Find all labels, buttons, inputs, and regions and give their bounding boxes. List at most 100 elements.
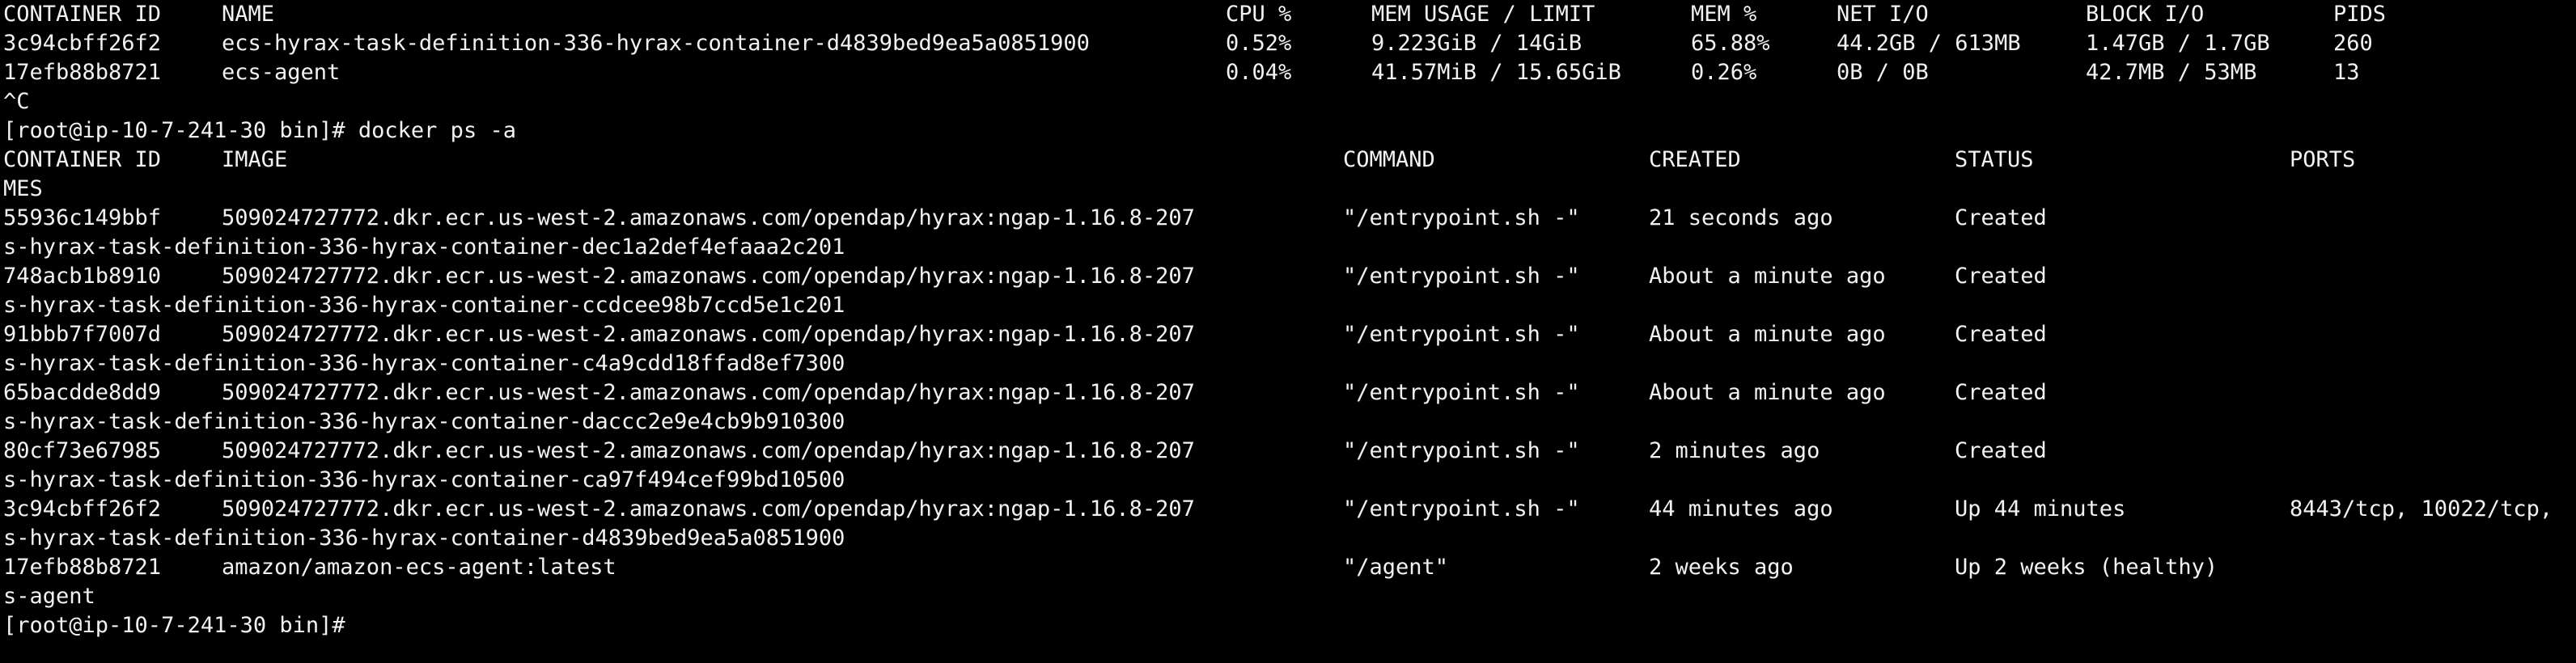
ps-container-id: 91bbb7f7007d [3,322,162,347]
ps-created: 21 seconds ago [1649,205,1833,230]
ps-status: Created [1955,264,2047,289]
ps-name-wrap: s-hyrax-task-definition-336-hyrax-contai… [3,467,845,492]
ps-row: 80cf73e67985 509024727772.dkr.ecr.us-wes… [0,437,2576,466]
ps-row: 17efb88b8721 amazon/amazon-ecs-agent:lat… [0,553,2576,582]
stats-name: ecs-agent [222,60,341,85]
ps-created: 44 minutes ago [1649,496,1833,522]
ps-name-wrap: s-agent [3,584,95,609]
ps-container-id: 17efb88b8721 [3,555,162,580]
stats-header-net-io: NET I/O [1837,2,1929,27]
ps-status: Created [1955,205,2047,230]
stats-cpu: 0.52% [1226,31,1292,56]
ps-image: 509024727772.dkr.ecr.us-west-2.amazonaws… [222,322,1195,347]
interrupt-line: ^C [0,87,2576,116]
ps-name-wrap: s-hyrax-task-definition-336-hyrax-contai… [3,234,845,260]
ps-name-wrap: s-hyrax-task-definition-336-hyrax-contai… [3,409,845,434]
stats-mem-usage: 41.57MiB / 15.65GiB [1371,60,1621,85]
final-prompt-text: [root@ip-10-7-241-30 bin]# [3,613,345,638]
ps-status: Created [1955,438,2047,463]
ps-container-id: 748acb1b8910 [3,264,162,289]
ps-header-ports: PORTS [2290,147,2356,172]
ps-created: 2 weeks ago [1649,555,1794,580]
stats-net-io: 44.2GB / 613MB [1837,31,2021,56]
ps-header-image: IMAGE [222,147,288,172]
ps-row-wrap: s-hyrax-task-definition-336-hyrax-contai… [0,291,2576,320]
stats-container-id: 3c94cbff26f2 [3,31,162,56]
stats-container-id: 17efb88b8721 [3,60,162,85]
stats-mem-pct: 0.26% [1691,60,1757,85]
ps-header-status: STATUS [1955,147,2034,172]
final-prompt-line[interactable]: [root@ip-10-7-241-30 bin]# [0,611,2576,640]
ps-created: About a minute ago [1649,264,1886,289]
ps-status: Created [1955,322,2047,347]
ps-header-command: COMMAND [1343,147,1435,172]
ps-name-wrap: s-hyrax-task-definition-336-hyrax-contai… [3,526,845,551]
stats-mem-pct: 65.88% [1691,31,1770,56]
ps-image: 509024727772.dkr.ecr.us-west-2.amazonaws… [222,380,1195,405]
ps-image: 509024727772.dkr.ecr.us-west-2.amazonaws… [222,496,1195,522]
ps-created: About a minute ago [1649,322,1886,347]
stats-name: ecs-hyrax-task-definition-336-hyrax-cont… [222,31,1090,56]
ps-row-wrap: s-agent [0,582,2576,611]
stats-row: 17efb88b8721 ecs-agent 0.04% 41.57MiB / … [0,58,2576,87]
ps-row-wrap: s-hyrax-task-definition-336-hyrax-contai… [0,233,2576,262]
stats-header-mem-pct: MEM % [1691,2,1757,27]
ps-command: "/entrypoint.sh -" [1343,205,1580,230]
interrupt-text: ^C [3,89,30,114]
stats-header-row: CONTAINER ID NAME CPU % MEM USAGE / LIMI… [0,0,2576,29]
ps-image: 509024727772.dkr.ecr.us-west-2.amazonaws… [222,438,1195,463]
ps-header-wrap: MES [0,175,2576,204]
ps-header-container-id: CONTAINER ID [3,147,162,172]
ps-row-wrap: s-hyrax-task-definition-336-hyrax-contai… [0,349,2576,378]
ps-row-wrap: s-hyrax-task-definition-336-hyrax-contai… [0,466,2576,495]
ps-name-wrap: s-hyrax-task-definition-336-hyrax-contai… [3,351,845,376]
stats-header-cpu: CPU % [1226,2,1292,27]
ps-name-wrap: s-hyrax-task-definition-336-hyrax-contai… [3,293,845,318]
ps-created: About a minute ago [1649,380,1886,405]
stats-block-io: 1.47GB / 1.7GB [2086,31,2270,56]
ps-image: 509024727772.dkr.ecr.us-west-2.amazonaws… [222,205,1195,230]
ps-ports: 8443/tcp, 10022/tcp, [2290,496,2553,522]
stats-header-mem-usage: MEM USAGE / LIMIT [1371,2,1595,27]
ps-container-id: 3c94cbff26f2 [3,496,162,522]
stats-header-block-io: BLOCK I/O [2086,2,2205,27]
stats-header-container-id: CONTAINER ID [3,2,162,27]
ps-image: 509024727772.dkr.ecr.us-west-2.amazonaws… [222,264,1195,289]
stats-pids: 260 [2333,31,2373,56]
ps-command: "/entrypoint.sh -" [1343,438,1580,463]
ps-status: Up 2 weeks (healthy) [1955,555,2218,580]
ps-row-wrap: s-hyrax-task-definition-336-hyrax-contai… [0,408,2576,437]
stats-header-pids: PIDS [2333,2,2387,27]
ps-image: amazon/amazon-ecs-agent:latest [222,555,616,580]
ps-command: "/entrypoint.sh -" [1343,380,1580,405]
stats-net-io: 0B / 0B [1837,60,1929,85]
stats-header-name: NAME [222,2,275,27]
stats-row: 3c94cbff26f2 ecs-hyrax-task-definition-3… [0,29,2576,58]
ps-container-id: 80cf73e67985 [3,438,162,463]
stats-mem-usage: 9.223GiB / 14GiB [1371,31,1582,56]
ps-row: 91bbb7f7007d 509024727772.dkr.ecr.us-wes… [0,320,2576,349]
ps-status: Up 44 minutes [1955,496,2126,522]
ps-command: "/entrypoint.sh -" [1343,322,1580,347]
stats-pids: 13 [2333,60,2360,85]
stats-block-io: 42.7MB / 53MB [2086,60,2257,85]
prompt-line: [root@ip-10-7-241-30 bin]# docker ps -a [0,116,2576,146]
ps-container-id: 65bacdde8dd9 [3,380,162,405]
ps-row: 748acb1b8910 509024727772.dkr.ecr.us-wes… [0,262,2576,291]
ps-row: 55936c149bbf 509024727772.dkr.ecr.us-wes… [0,204,2576,233]
ps-created: 2 minutes ago [1649,438,1820,463]
ps-status: Created [1955,380,2047,405]
terminal-window[interactable]: CONTAINER ID NAME CPU % MEM USAGE / LIMI… [0,0,2576,663]
ps-row-wrap: s-hyrax-task-definition-336-hyrax-contai… [0,524,2576,553]
ps-row: 3c94cbff26f2 509024727772.dkr.ecr.us-wes… [0,495,2576,524]
ps-command: "/entrypoint.sh -" [1343,496,1580,522]
ps-container-id: 55936c149bbf [3,205,162,230]
prompt-command-text: [root@ip-10-7-241-30 bin]# docker ps -a [3,118,516,143]
ps-header-row: CONTAINER ID IMAGE COMMAND CREATED STATU… [0,146,2576,175]
ps-header-created: CREATED [1649,147,1741,172]
stats-cpu: 0.04% [1226,60,1292,85]
ps-command: "/entrypoint.sh -" [1343,264,1580,289]
ps-row: 65bacdde8dd9 509024727772.dkr.ecr.us-wes… [0,378,2576,408]
ps-header-names-wrap: MES [3,176,43,201]
ps-command: "/agent" [1343,555,1449,580]
